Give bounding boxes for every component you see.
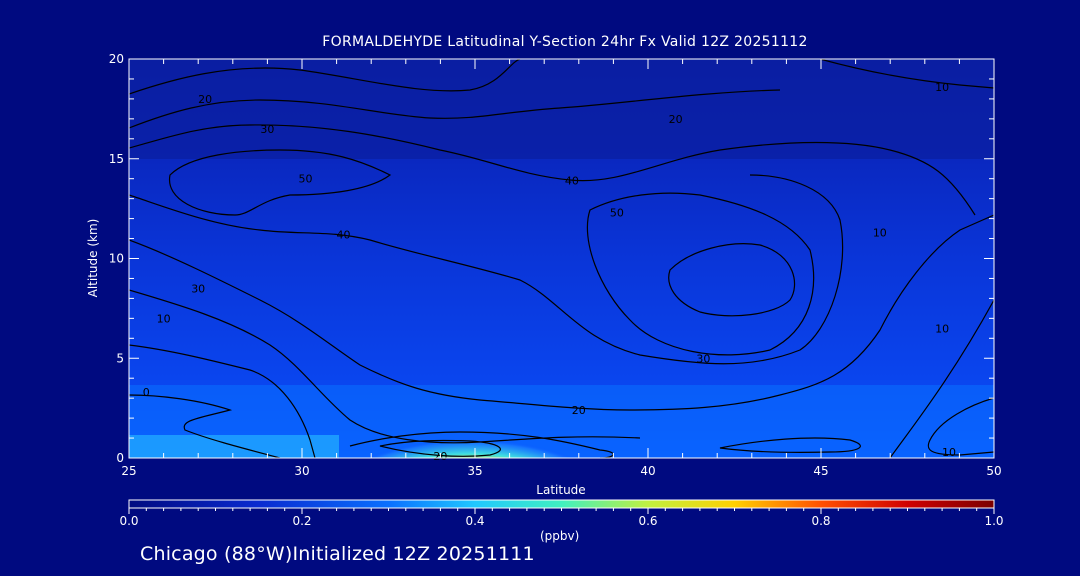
colorbar-tick-labels: 0.0 0.2 0.4 0.6 0.8 1.0 bbox=[119, 514, 1003, 528]
y-tick-labels: 0 5 10 15 20 bbox=[109, 52, 124, 465]
colorbar-tick-label: 0.4 bbox=[465, 514, 484, 528]
colorbar-ticks bbox=[128, 508, 995, 514]
contour-label: 10 bbox=[935, 81, 949, 94]
y-tick-label: 0 bbox=[116, 451, 124, 465]
colorbar-tick-label: 0.2 bbox=[292, 514, 311, 528]
contour-label: 10 bbox=[942, 446, 956, 459]
y-tick-label: 20 bbox=[109, 52, 124, 66]
x-tick-label: 45 bbox=[813, 464, 828, 478]
contour-label: 0 bbox=[143, 386, 150, 399]
y-tick-label: 10 bbox=[109, 252, 124, 266]
colorbar-tick-label: 0.6 bbox=[638, 514, 657, 528]
y-tick-label: 15 bbox=[109, 152, 124, 166]
x-axis-label: Latitude bbox=[536, 483, 585, 497]
x-tick-label: 50 bbox=[986, 464, 1001, 478]
colorbar-tick-label: 0.0 bbox=[119, 514, 138, 528]
contour-label: 40 bbox=[337, 229, 351, 242]
contour-label: 40 bbox=[565, 175, 579, 188]
contour-label: 30 bbox=[696, 352, 710, 365]
contour-label: 30 bbox=[260, 123, 274, 136]
contour-label: 30 bbox=[191, 282, 205, 295]
chart-svg: 102020304050504030101010300201020 25 30 35… bbox=[86, 52, 1004, 528]
contour-label: 10 bbox=[873, 227, 887, 240]
contour-label: 50 bbox=[610, 207, 624, 220]
contour-label: 50 bbox=[298, 173, 312, 186]
colorbar: 0.0 0.2 0.4 0.6 0.8 1.0 bbox=[119, 499, 1004, 528]
x-tick-label: 35 bbox=[467, 464, 482, 478]
x-tick-label: 40 bbox=[640, 464, 655, 478]
colorbar-tick-label: 1.0 bbox=[984, 514, 1003, 528]
contour-label: 20 bbox=[572, 404, 586, 417]
contour-label: 20 bbox=[198, 93, 212, 106]
footer-caption: Chicago (88°W)Initialized 12Z 20251111 bbox=[140, 543, 535, 565]
x-tick-labels: 25 30 35 40 45 50 bbox=[121, 464, 1001, 478]
contour-label: 10 bbox=[157, 312, 171, 325]
y-axis-label: Altitude (km) bbox=[86, 219, 100, 298]
contour-label: 20 bbox=[669, 113, 683, 126]
x-tick-label: 25 bbox=[121, 464, 136, 478]
contour-label: 10 bbox=[935, 322, 949, 335]
colorbar-tick-label: 0.8 bbox=[811, 514, 830, 528]
upper-band bbox=[129, 59, 994, 159]
y-tick-label: 5 bbox=[116, 351, 124, 365]
x-tick-label: 30 bbox=[294, 464, 309, 478]
plot-area: 102020304050504030101010300201020 25 30 35… bbox=[86, 52, 1002, 497]
colorbar-unit: (ppbv) bbox=[540, 529, 580, 543]
colorbar-gradient bbox=[129, 500, 994, 508]
